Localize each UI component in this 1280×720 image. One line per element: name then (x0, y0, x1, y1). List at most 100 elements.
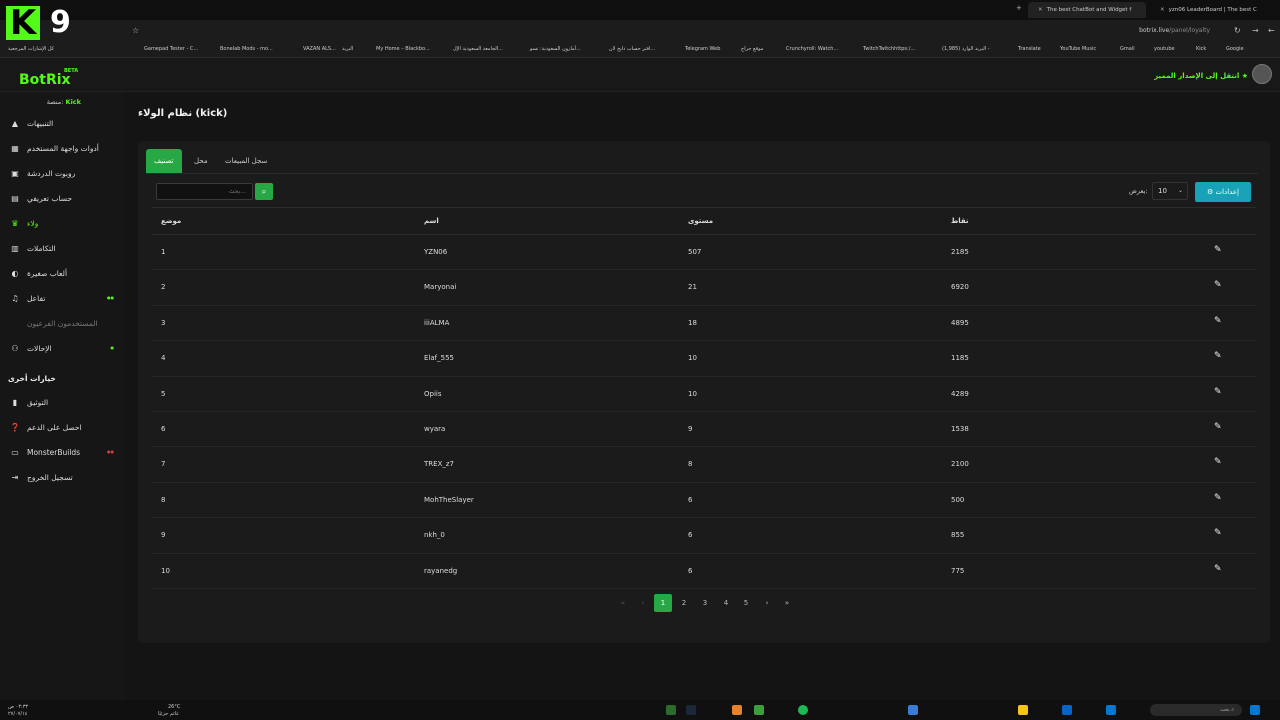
sidebar-item-chatbot[interactable]: ▣ روبوت الدردشة (8, 166, 120, 182)
column-header-name[interactable]: اسم (424, 217, 439, 225)
bookmark-item[interactable]: VAZAN ALS... (303, 46, 336, 52)
cell-level: 10 (688, 354, 697, 363)
sidebar-item-logout[interactable]: ⇥ تسجيل الخروج (8, 470, 120, 486)
bookmark-item[interactable]: البريد (342, 46, 353, 52)
page-button[interactable]: 2 (675, 594, 693, 612)
edit-icon[interactable]: ✎ (1214, 351, 1226, 363)
close-icon[interactable]: ✕ (1038, 7, 1043, 13)
sidebar-item-docs[interactable]: ▮ التوثيق (8, 395, 120, 411)
page-size-select[interactable]: 10 ⌄ (1152, 182, 1188, 200)
taskbar-time[interactable]: ٠٣:٣٣ ص (8, 704, 28, 710)
app-icon[interactable] (908, 705, 918, 715)
taskbar-search[interactable]: بحث ⌕ (1150, 704, 1242, 716)
sidebar-item-widgets[interactable]: ▦ أدوات واجهة المستخدم (8, 141, 120, 157)
last-page-icon[interactable]: » (778, 594, 796, 612)
spotify-icon[interactable] (798, 705, 808, 715)
page-button[interactable]: 5 (737, 594, 755, 612)
edit-icon[interactable]: ✎ (1214, 280, 1226, 292)
brand-logo[interactable]: BotRix (19, 72, 71, 88)
bookmark-item[interactable]: youtube (1154, 46, 1175, 52)
app-icon[interactable] (1062, 705, 1072, 715)
search-input[interactable] (156, 183, 253, 200)
cell-name: Maryonai (424, 283, 457, 292)
app-icon[interactable] (732, 705, 742, 715)
url-text[interactable]: botrix.live/panel/loyalty (1139, 27, 1210, 34)
close-icon[interactable]: ✕ (1160, 7, 1165, 13)
page-button[interactable]: 3 (696, 594, 714, 612)
cell-position: 4 (161, 354, 166, 363)
bookmark-item[interactable]: My Home – Blackbo... (376, 46, 430, 52)
tab-shop[interactable]: محل (186, 149, 216, 173)
search-button[interactable]: ⌕ (255, 183, 273, 200)
app-icon[interactable] (1106, 705, 1116, 715)
bookmark-item[interactable]: Google (1226, 46, 1244, 52)
column-header-points[interactable]: نقاط (951, 217, 969, 225)
bookmark-item[interactable]: افتر حساب دايخ لان... (609, 46, 655, 52)
bookmark-item[interactable]: Bonelab Mods - mo... (220, 46, 273, 52)
edit-icon[interactable]: ✎ (1214, 564, 1226, 576)
bookmark-item[interactable]: TwitchTwitchhttps:/... (863, 46, 915, 52)
edit-icon[interactable]: ✎ (1214, 528, 1226, 540)
app-icon[interactable] (666, 705, 676, 715)
new-tab-icon[interactable]: + (1016, 4, 1022, 12)
cell-points: 855 (951, 531, 965, 540)
first-page-icon[interactable]: « (614, 594, 632, 612)
sidebar-item-loyalty[interactable]: ♛ ولاء (8, 216, 120, 232)
edit-icon[interactable]: ✎ (1214, 316, 1226, 328)
bookmark-item[interactable]: Kick (1196, 46, 1206, 52)
prev-page-icon[interactable]: ‹ (634, 594, 652, 612)
browser-tab-chatbot[interactable]: ✕ The best ChatBot and Widget f (1028, 2, 1146, 18)
edit-icon[interactable]: ✎ (1214, 422, 1226, 434)
sidebar-item-interaction[interactable]: ♫ تفاعل ●● (8, 291, 120, 307)
sidebar-item-integrations[interactable]: ▥ التكاملات (8, 241, 120, 257)
sidebar-item-subusers[interactable]: المستخدمون الفرعيون (8, 316, 120, 332)
sidebar-item-monsterbuilds[interactable]: ▭ MonsterBuilds ●● (8, 445, 120, 461)
bookmark-item[interactable]: (1,985) البريد الوارد - (942, 46, 990, 52)
cell-position: 1 (161, 248, 166, 256)
column-header-level[interactable]: مستوى (688, 217, 713, 225)
sidebar-item-support[interactable]: ❓ احصل على الدعم (8, 420, 120, 436)
star-icon[interactable]: ☆ (132, 26, 139, 35)
page-button[interactable]: 1 (654, 594, 672, 612)
bookmark-item[interactable]: Gamepad Tester - C... (144, 46, 198, 52)
bookmark-item[interactable]: Gmail (1120, 46, 1135, 52)
taskbar-date[interactable]: ٢٧/٠٧/١٤ (8, 711, 27, 717)
app-icon[interactable] (754, 705, 764, 715)
address-bar[interactable]: ☆ botrix.live/panel/loyalty ↻ → ← (0, 20, 1280, 42)
bookmark-item[interactable]: موقع حراج (741, 46, 763, 52)
avatar[interactable] (1252, 64, 1272, 84)
sidebar-item-alerts[interactable]: ▲ التنبيهات (8, 116, 120, 132)
upgrade-link[interactable]: انتقل إلى الإصدار المميز ★ (1154, 72, 1248, 80)
edit-icon[interactable]: ✎ (1214, 245, 1226, 257)
edit-icon[interactable]: ✎ (1214, 387, 1226, 399)
windows-start-icon[interactable] (1250, 705, 1260, 715)
page-title: نظام الولاء (kick) (138, 108, 228, 119)
bookmark-item[interactable]: Crunchyroll: Watch... (786, 46, 838, 52)
bookmark-all[interactable]: كل الإشارات المرجعية (8, 46, 54, 52)
browser-tab-leaderboard[interactable]: ✕ yzn06 LeaderBoard | The best C (1150, 2, 1268, 18)
sidebar-item-referrals[interactable]: ⚇ الإحالات ● (8, 341, 120, 357)
settings-button[interactable]: ⚙ إعدادات (1195, 182, 1251, 202)
sidebar-item-minigames[interactable]: ◐ ألعاب صغيرة (8, 266, 120, 282)
edit-icon[interactable]: ✎ (1214, 493, 1226, 505)
bookmark-item[interactable]: YouTube Music (1060, 46, 1096, 52)
bookmark-item[interactable]: Telegram Web (685, 46, 720, 52)
weather-temp[interactable]: 26°C (168, 704, 180, 710)
column-header-position[interactable]: موضع (161, 217, 181, 225)
steam-icon[interactable] (686, 705, 696, 715)
edit-icon[interactable]: ✎ (1214, 457, 1226, 469)
gear-icon: ⚙ (1207, 188, 1214, 196)
next-page-icon[interactable]: › (758, 594, 776, 612)
page-button[interactable]: 4 (717, 594, 735, 612)
sidebar-item-profile[interactable]: ▤ حساب تعريفي (8, 191, 120, 207)
tab-ranking[interactable]: تصنيف (146, 149, 182, 173)
forward-icon[interactable]: ← (1268, 26, 1275, 35)
app-icon[interactable] (1018, 705, 1028, 715)
weather-desc[interactable]: غائم جزئيًا (158, 711, 179, 717)
bookmark-item[interactable]: Translate (1018, 46, 1041, 52)
back-icon[interactable]: → (1252, 26, 1259, 35)
bookmark-item[interactable]: أمازون السعودية: تسو... (530, 46, 581, 52)
bookmark-item[interactable]: الجامعة السعودية الإل... (453, 46, 503, 52)
reload-icon[interactable]: ↻ (1234, 26, 1241, 35)
tab-sales-log[interactable]: سجل المبيعات (217, 149, 275, 173)
